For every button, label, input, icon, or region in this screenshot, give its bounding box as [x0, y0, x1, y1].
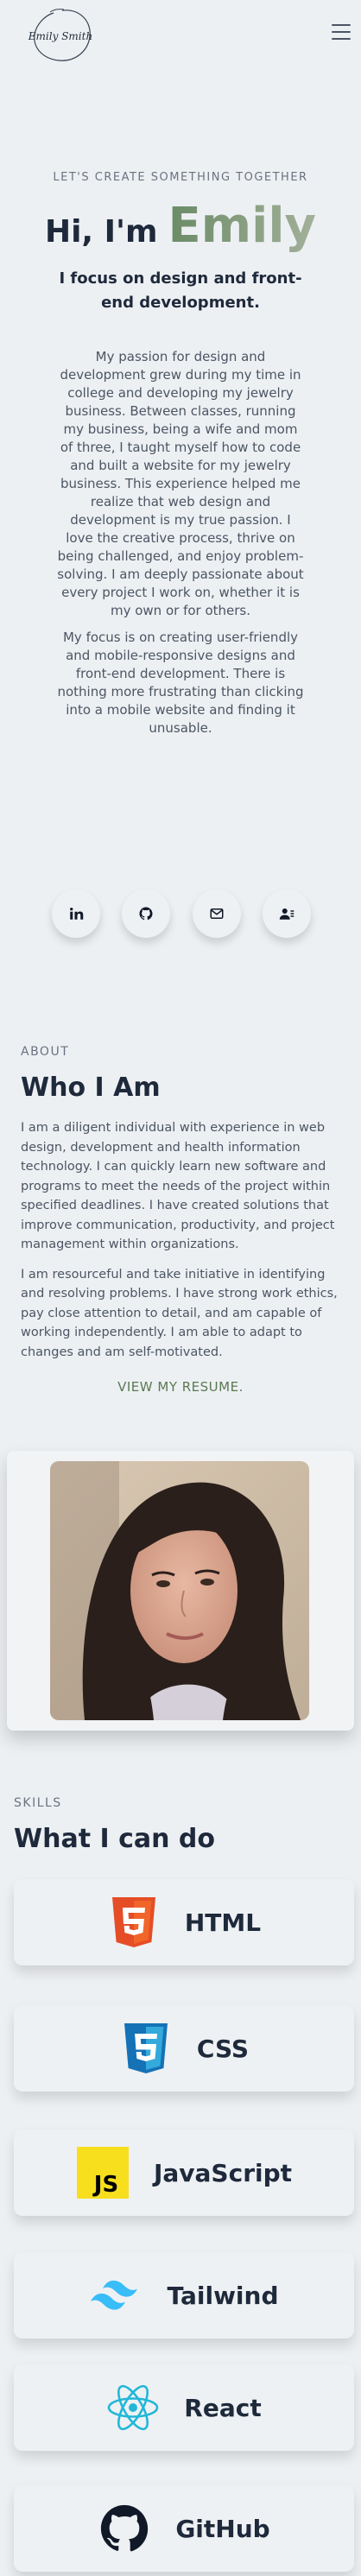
linkedin-icon	[70, 908, 84, 920]
hero-paragraph: My focus is on creating user-friendly an…	[57, 630, 304, 736]
skill-label: React	[184, 2393, 262, 2422]
skill-label: Tailwind	[167, 2281, 279, 2310]
resume-link[interactable]: VIEW MY RESUME.	[21, 1379, 340, 1395]
github-button[interactable]	[122, 889, 171, 938]
skill-label: GitHub	[175, 2514, 270, 2543]
linkedin-button[interactable]	[52, 889, 100, 938]
contact-icon	[279, 908, 294, 920]
mail-button[interactable]	[192, 889, 241, 938]
about-section: ABOUT Who I Am I am a diligent individua…	[21, 1045, 340, 1395]
logo-text: Emily Smith	[28, 30, 92, 42]
profile-photo	[50, 1461, 309, 1720]
about-paragraph: I am a diligent individual with experien…	[21, 1121, 335, 1251]
react-icon	[106, 2381, 160, 2434]
html5-icon	[107, 1896, 161, 1949]
hero-section: LET'S CREATE SOMETHING TOGETHER Hi, I'm …	[0, 171, 361, 737]
github-icon	[98, 2502, 151, 2555]
skill-card-react: React	[14, 2364, 354, 2451]
about-paragraph: I am resourceful and take initiative in …	[21, 1267, 338, 1359]
hamburger-menu-icon[interactable]	[332, 24, 351, 40]
skills-eyebrow: SKILLS	[14, 1796, 62, 1810]
skill-label: HTML	[184, 1908, 262, 1937]
hero-tagline: I focus on design and front-end developm…	[59, 269, 302, 312]
contact-button[interactable]	[262, 889, 311, 938]
css3-icon	[119, 2022, 173, 2075]
skills-title: What I can do	[14, 1824, 215, 1854]
hero-paragraph: My passion for design and development gr…	[57, 349, 304, 618]
hero-title: Hi, I'm Emily	[0, 198, 361, 254]
hero-name: Emily	[168, 198, 317, 254]
logo[interactable]: Emily Smith	[24, 7, 97, 64]
profile-photo-card	[7, 1451, 354, 1731]
skill-card-github: GitHub	[14, 2485, 354, 2572]
javascript-icon: JS	[76, 2146, 130, 2199]
mail-icon	[210, 908, 224, 919]
header: Emily Smith	[0, 0, 361, 69]
skill-card-javascript: JS JavaScript	[14, 2130, 354, 2216]
about-text: I am a diligent individual with experien…	[21, 1118, 340, 1362]
skills-section: SKILLS What I can do	[14, 1796, 347, 1854]
tailwind-icon	[89, 2269, 142, 2322]
hero-greeting: Hi, I'm	[44, 214, 158, 250]
skill-card-css: CSS	[14, 2005, 354, 2092]
social-links	[52, 889, 311, 938]
about-title: Who I Am	[21, 1073, 161, 1103]
about-eyebrow: ABOUT	[21, 1045, 70, 1059]
skill-label: JavaScript	[153, 2158, 293, 2187]
svg-text:JS: JS	[92, 2172, 118, 2198]
hero-eyebrow: LET'S CREATE SOMETHING TOGETHER	[53, 171, 308, 184]
github-icon	[139, 907, 153, 921]
skill-card-tailwind: Tailwind	[14, 2252, 354, 2339]
skill-label: CSS	[196, 2034, 250, 2063]
skill-card-html: HTML	[14, 1879, 354, 1965]
hero-story: My passion for design and development gr…	[55, 348, 306, 737]
